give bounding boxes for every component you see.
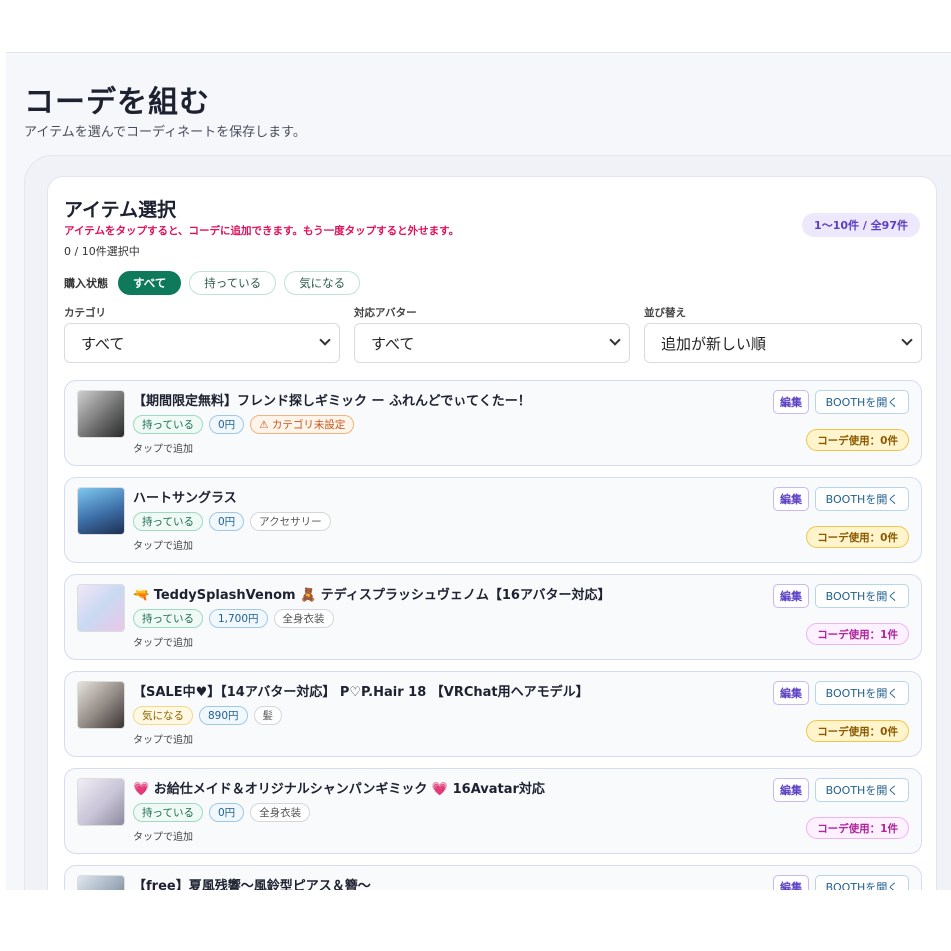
edit-button[interactable]: 編集 [773, 487, 809, 511]
open-booth-button[interactable]: BOOTHを開く [815, 584, 909, 608]
picker-title: アイテム選択 [64, 199, 177, 221]
item-tags: 持っている 0円 ⚠ カテゴリ未設定 [133, 415, 355, 434]
avatar-label: 対応アバター [354, 307, 417, 319]
avatar-filter: 対応アバター [354, 305, 417, 320]
tap-to-add: タップで追加 [133, 735, 193, 746]
usage-badge: コーデ使用：0件 [806, 429, 909, 451]
open-booth-button[interactable]: BOOTHを開く [815, 875, 909, 890]
price-tag: 0円 [208, 803, 245, 822]
category-tag: 全身衣装 [250, 803, 311, 822]
category-filter: カテゴリ [64, 305, 106, 320]
status-all-button[interactable]: すべて [118, 271, 182, 295]
picker-hint: アイテムをタップすると、コーデに追加できます。もう一度タップすると外せます。 [64, 225, 460, 237]
category-warning-tag: ⚠ カテゴリ未設定 [250, 415, 355, 434]
item-tags: 持っている 0円 全身衣装 [133, 803, 311, 822]
item-thumbnail [77, 584, 125, 632]
usage-badge: コーデ使用：0件 [806, 526, 909, 548]
open-booth-button[interactable]: BOOTHを開く [815, 681, 909, 705]
sort-select[interactable]: 追加が新しい順 [644, 323, 922, 363]
item-card[interactable]: 【free】夏風残響〜風鈴型ピアス＆簪〜 編集 BOOTHを開く [64, 865, 922, 890]
selected-count: 0 / 10件選択中 [64, 245, 140, 258]
item-card[interactable]: 【期間限定無料】フレンド探しギミック ー ふれんどでぃてくたー！ 持っている 0… [64, 380, 922, 466]
owned-tag: 持っている [133, 803, 203, 822]
item-thumbnail [77, 390, 125, 438]
item-title: ハートサングラス [133, 491, 237, 506]
coordinate-panel: アイテム選択 アイテムをタップすると、コーデに追加できます。もう一度タップすると… [24, 155, 951, 890]
chevron-down-icon [901, 334, 913, 346]
status-filter: 購入状態 すべて 持っている 気になる [64, 271, 361, 295]
item-thumbnail [77, 778, 125, 826]
owned-tag: 持っている [133, 415, 203, 434]
edit-button[interactable]: 編集 [773, 778, 809, 802]
open-booth-button[interactable]: BOOTHを開く [815, 390, 909, 414]
edit-button[interactable]: 編集 [773, 390, 809, 414]
item-tags: 持っている 1,700円 全身衣装 [133, 609, 334, 628]
item-title: 【free】夏風残響〜風鈴型ピアス＆簪〜 [133, 879, 371, 890]
open-booth-button[interactable]: BOOTHを開く [815, 778, 909, 802]
item-picker-card: アイテム選択 アイテムをタップすると、コーデに追加できます。もう一度タップすると… [47, 176, 937, 890]
item-thumbnail [77, 487, 125, 535]
sort-filter: 並び替え [644, 305, 686, 320]
page-subtitle: アイテムを選んでコーディネートを保存します。 [24, 125, 306, 140]
price-tag: 1,700円 [208, 609, 268, 628]
edit-button[interactable]: 編集 [773, 584, 809, 608]
item-title: 【期間限定無料】フレンド探しギミック ー ふれんどでぃてくたー！ [133, 394, 531, 409]
edit-button[interactable]: 編集 [773, 875, 809, 890]
page-title: コーデを組む [24, 85, 210, 120]
page: コーデを組む アイテムを選んでコーディネートを保存します。 アイテム選択 アイテ… [6, 52, 951, 890]
sort-label: 並び替え [644, 307, 686, 319]
usage-badge: コーデ使用：0件 [806, 720, 909, 742]
usage-badge: コーデ使用：1件 [806, 623, 909, 645]
sort-value: 追加が新しい順 [661, 334, 767, 353]
status-label: 購入状態 [64, 277, 108, 290]
item-title: 🔫 TeddySplashVenom 🧸 テディスプラッシュヴェノム【16アバタ… [133, 588, 611, 603]
item-title: 【SALE中♥】【14アバター対応】 P♡P.Hair 18 【VRChat用ヘ… [133, 685, 589, 700]
chevron-down-icon [609, 334, 621, 346]
filter-row: カテゴリ すべて 対応アバター すべて 並び替え 追加が新しい順 [64, 305, 922, 365]
item-tags: 気になる 890円 髪 [133, 706, 283, 725]
category-tag: アクセサリー [250, 512, 331, 531]
tap-to-add: タップで追加 [133, 638, 193, 649]
item-title: 💗 お給仕メイド＆オリジナルシャンパンギミック 💗 16Avatar対応 [133, 782, 545, 797]
category-select[interactable]: すべて [64, 323, 340, 363]
status-owned-button[interactable]: 持っている [189, 271, 277, 295]
price-tag: 0円 [208, 512, 245, 531]
tap-to-add: タップで追加 [133, 832, 193, 843]
item-card[interactable]: 🔫 TeddySplashVenom 🧸 テディスプラッシュヴェノム【16アバタ… [64, 574, 922, 660]
open-booth-button[interactable]: BOOTHを開く [815, 487, 909, 511]
status-wishlist-button[interactable]: 気になる [284, 271, 361, 295]
price-tag: 0円 [208, 415, 245, 434]
avatar-value: すべて [371, 334, 415, 353]
category-tag: 全身衣装 [273, 609, 334, 628]
category-tag: 髪 [253, 706, 283, 725]
item-card[interactable]: ハートサングラス 持っている 0円 アクセサリー タップで追加 編集 BOOTH… [64, 477, 922, 563]
tap-to-add: タップで追加 [133, 541, 193, 552]
avatar-select[interactable]: すべて [354, 323, 630, 363]
owned-tag: 持っている [133, 609, 203, 628]
edit-button[interactable]: 編集 [773, 681, 809, 705]
category-value: すべて [81, 334, 125, 353]
item-thumbnail [77, 875, 125, 890]
item-card[interactable]: 💗 お給仕メイド＆オリジナルシャンパンギミック 💗 16Avatar対応 持って… [64, 768, 922, 854]
category-label: カテゴリ [64, 307, 106, 319]
price-tag: 890円 [199, 706, 248, 725]
owned-tag: 持っている [133, 512, 203, 531]
range-badge: 1〜10件 / 全97件 [802, 213, 920, 237]
item-card[interactable]: 【SALE中♥】【14アバター対応】 P♡P.Hair 18 【VRChat用ヘ… [64, 671, 922, 757]
item-thumbnail [77, 681, 125, 729]
item-tags: 持っている 0円 アクセサリー [133, 512, 331, 531]
usage-badge: コーデ使用：1件 [806, 817, 909, 839]
wishlist-tag: 気になる [133, 706, 193, 725]
tap-to-add: タップで追加 [133, 444, 193, 455]
chevron-down-icon [319, 334, 331, 346]
